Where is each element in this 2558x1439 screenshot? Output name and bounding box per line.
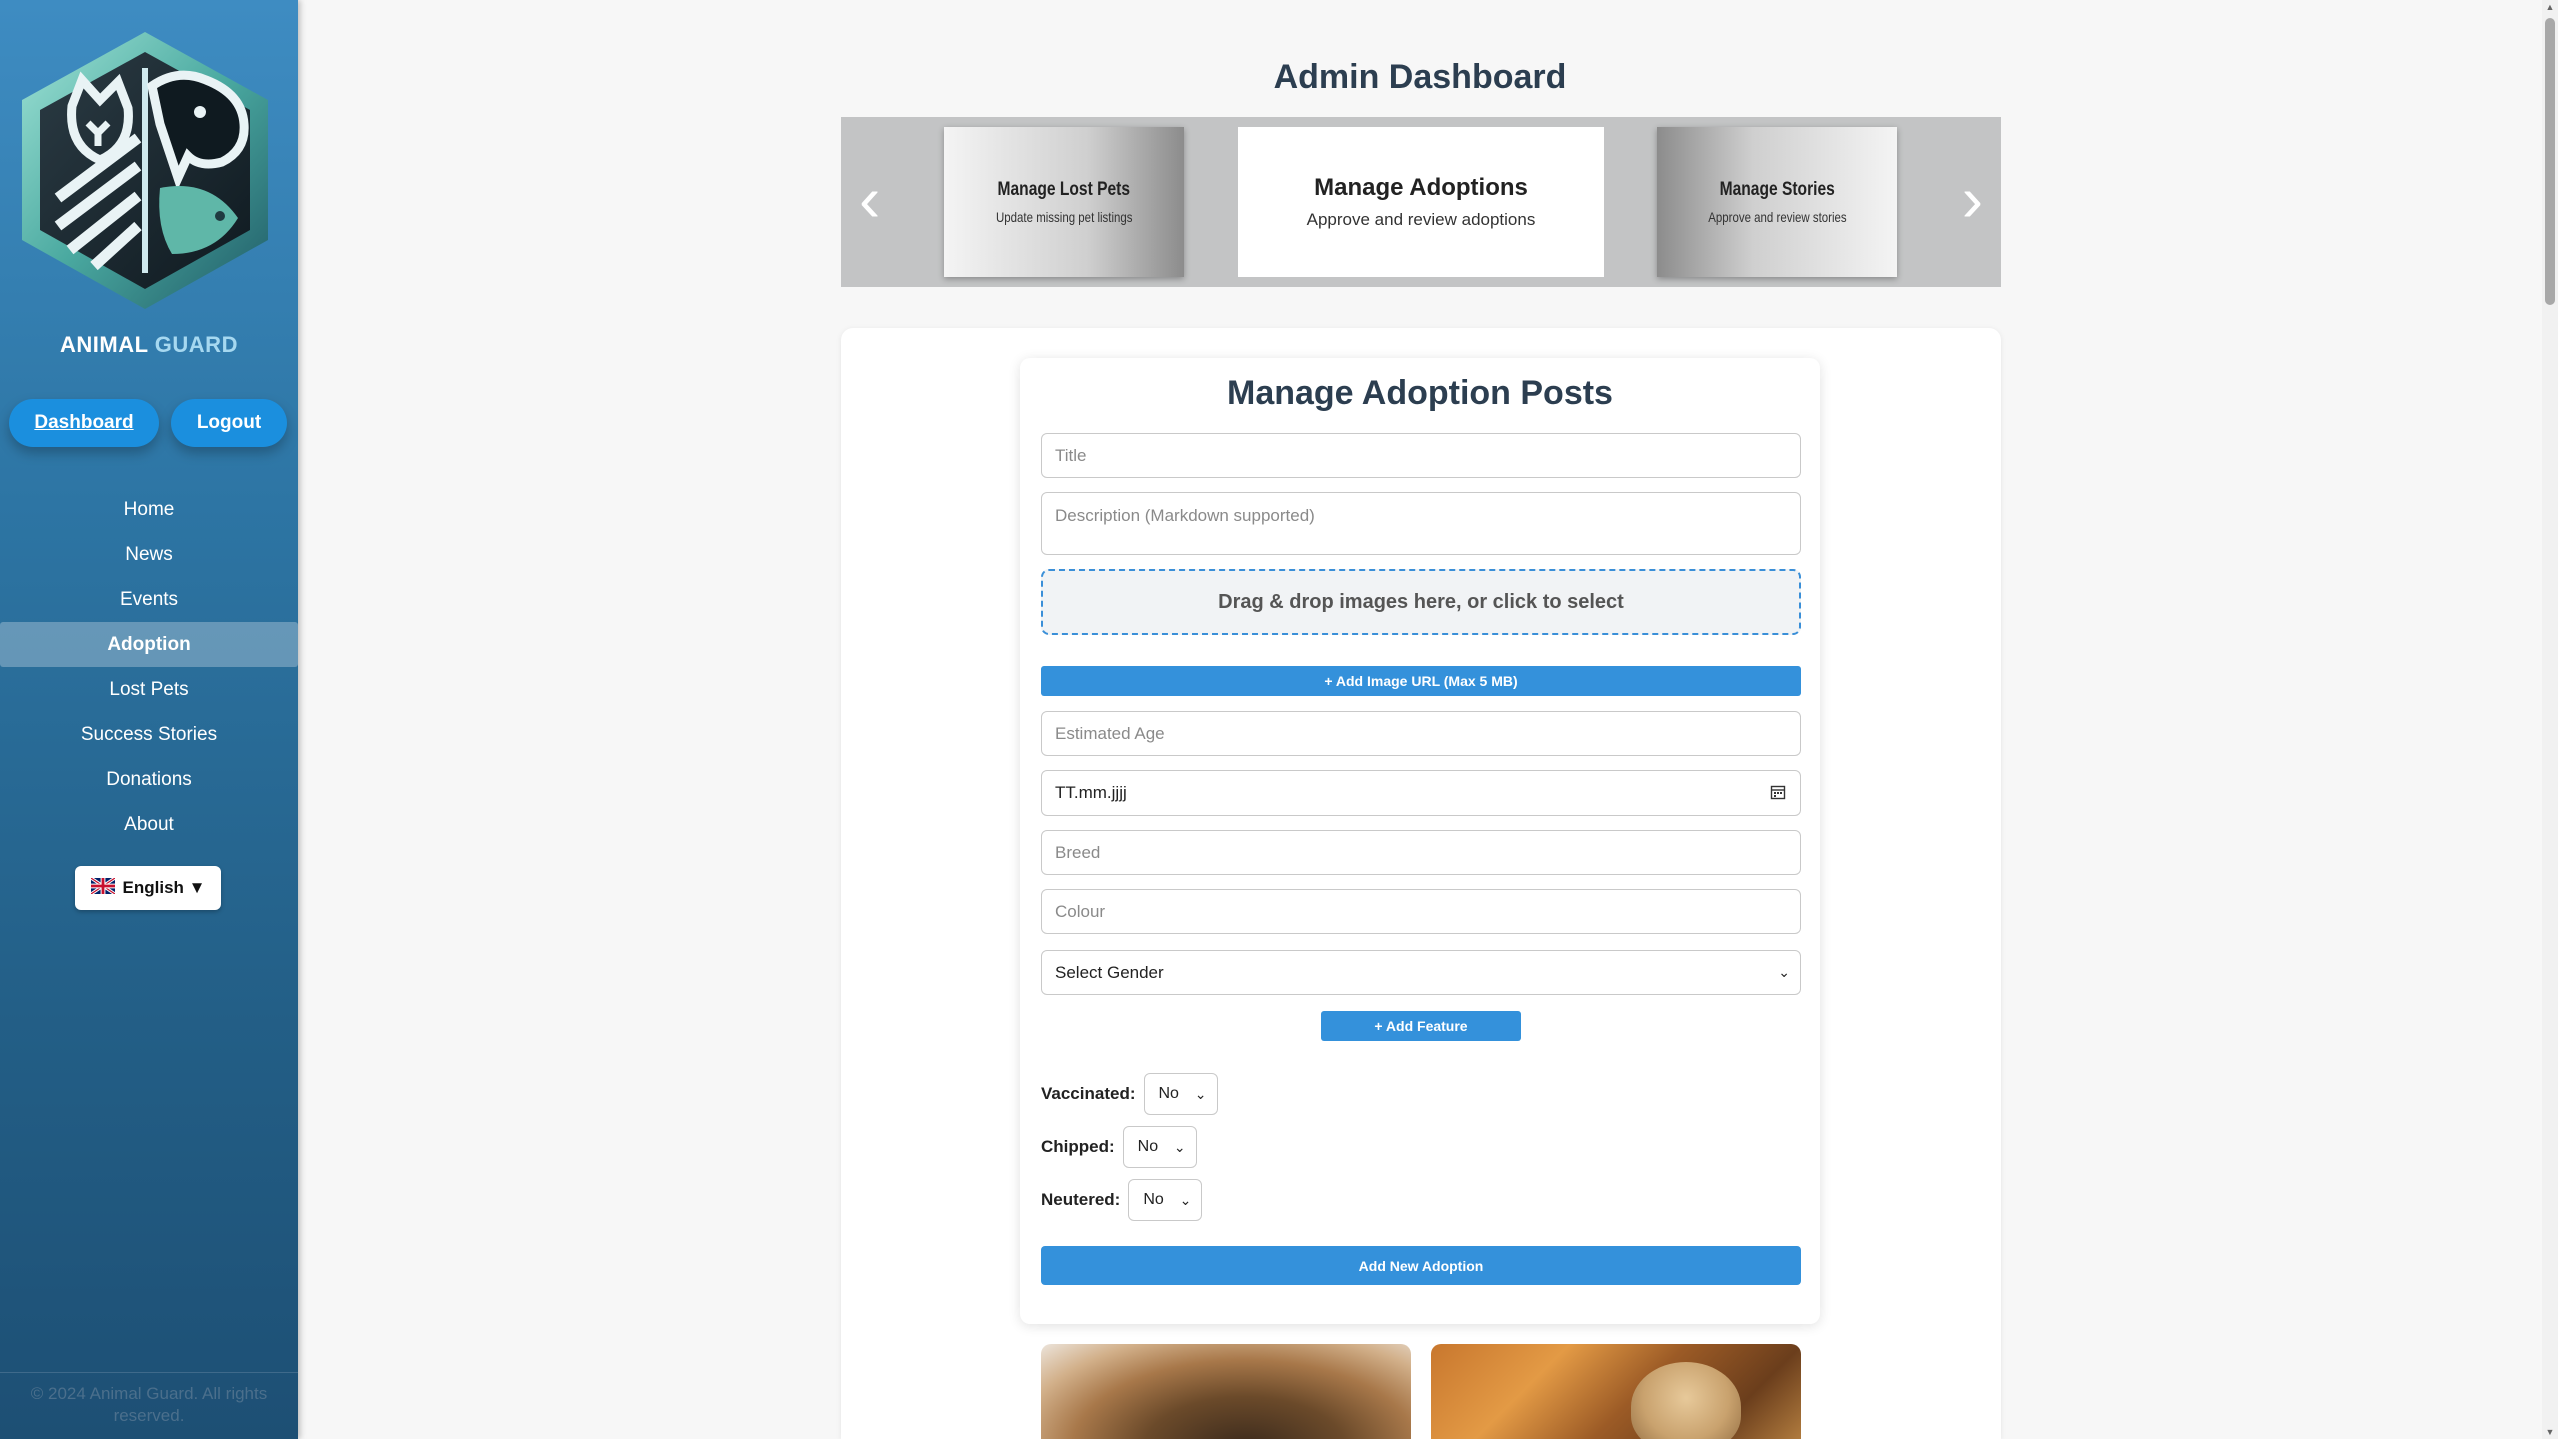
brand-part-animal: ANIMAL <box>60 332 149 357</box>
uk-flag-icon <box>89 876 116 899</box>
chipped-select[interactable]: No ⌄ <box>1122 1126 1197 1168</box>
sidebar: ANIMAL GUARD Dashboard Logout Home News … <box>0 0 298 1439</box>
logout-button[interactable]: Logout <box>171 399 287 447</box>
sidebar-item-home[interactable]: Home <box>0 487 298 532</box>
gender-select[interactable]: Select Gender ⌄ <box>1041 950 1801 995</box>
animal-guard-logo-icon <box>10 28 280 313</box>
description-textarea[interactable]: Description (Markdown supported) <box>1041 492 1801 555</box>
scroll-thumb[interactable] <box>2545 18 2555 305</box>
add-new-adoption-button[interactable]: Add New Adoption <box>1041 1246 1801 1285</box>
adoption-image-dog-2[interactable] <box>1431 1344 1801 1439</box>
chipped-label: Chipped: <box>1041 1137 1115 1156</box>
brand-part-guard: GUARD <box>154 332 238 357</box>
carousel-card-adoptions[interactable]: Manage Adoptions Approve and review adop… <box>1238 127 1604 277</box>
language-label: English ▼ <box>122 878 206 897</box>
chevron-down-icon: ⌄ <box>1778 964 1790 980</box>
chevron-down-icon: ⌄ <box>1179 1191 1192 1208</box>
chevron-down-icon: ⌄ <box>1194 1085 1207 1102</box>
neutered-row: Neutered: No ⌄ <box>1041 1179 1203 1221</box>
estimated-age-input[interactable]: Estimated Age <box>1041 711 1801 756</box>
carousel-card-subtitle: Update missing pet listings <box>995 209 1133 225</box>
page-scrollbar[interactable]: ▲ ▼ <box>2542 0 2558 1439</box>
sidebar-item-success-stories[interactable]: Success Stories <box>0 712 298 757</box>
sidebar-item-about[interactable]: About <box>0 802 298 847</box>
carousel-card-subtitle: Approve and review adoptions <box>1306 210 1536 229</box>
copyright-text: © 2024 Animal Guard. All rights reserved… <box>0 1372 298 1439</box>
page-title: Admin Dashboard <box>1273 58 1567 96</box>
chevron-down-icon: ⌄ <box>1173 1138 1186 1155</box>
carousel-card-stories[interactable]: Manage Stories Approve and review storie… <box>1657 127 1897 277</box>
colour-input[interactable]: Colour <box>1041 889 1801 934</box>
gender-select-value: Select Gender <box>1055 962 1164 982</box>
carousel-card-title: Manage Stories <box>1719 179 1835 200</box>
vaccinated-row: Vaccinated: No ⌄ <box>1041 1073 1218 1115</box>
neutered-select[interactable]: No ⌄ <box>1128 1179 1203 1221</box>
date-input[interactable]: TT.mm.jjjj <box>1041 770 1801 816</box>
chipped-row: Chipped: No ⌄ <box>1041 1126 1197 1168</box>
vaccinated-value: No <box>1158 1085 1179 1102</box>
breed-input[interactable]: Breed <box>1041 830 1801 875</box>
carousel-prev-arrow-icon[interactable]: ‹ <box>859 167 880 231</box>
brand-name: ANIMAL GUARD <box>0 332 298 358</box>
image-dropzone[interactable]: Drag & drop images here, or click to sel… <box>1041 569 1801 635</box>
carousel-card-subtitle: Approve and review stories <box>1707 209 1847 225</box>
sidebar-item-lost-pets[interactable]: Lost Pets <box>0 667 298 712</box>
sidebar-nav: Home News Events Adoption Lost Pets Succ… <box>0 487 298 847</box>
sidebar-item-events[interactable]: Events <box>0 577 298 622</box>
carousel-card-title: Manage Lost Pets <box>997 179 1131 200</box>
neutered-label: Neutered: <box>1041 1190 1121 1209</box>
carousel-card-title: Manage Adoptions <box>1314 174 1528 201</box>
scroll-down-icon[interactable]: ▼ <box>2545 1427 2555 1437</box>
date-value: TT.mm.jjjj <box>1055 783 1127 802</box>
scroll-up-icon[interactable]: ▲ <box>2545 2 2555 12</box>
neutered-value: No <box>1143 1191 1164 1208</box>
sidebar-item-news[interactable]: News <box>0 532 298 577</box>
adoption-image-dog-1[interactable] <box>1041 1344 1411 1439</box>
add-image-url-button[interactable]: + Add Image URL (Max 5 MB) <box>1041 666 1801 696</box>
language-selector[interactable]: English ▼ <box>75 866 221 910</box>
sidebar-item-adoption[interactable]: Adoption <box>0 622 298 667</box>
add-feature-button[interactable]: + Add Feature <box>1321 1011 1521 1041</box>
calendar-icon[interactable] <box>1770 784 1786 805</box>
title-input[interactable]: Title <box>1041 433 1801 478</box>
vaccinated-select[interactable]: No ⌄ <box>1143 1073 1218 1115</box>
admin-carousel: ‹ Manage Lost Pets Update missing pet li… <box>841 117 2001 287</box>
carousel-next-arrow-icon[interactable]: › <box>1962 167 1983 231</box>
chipped-value: No <box>1137 1138 1159 1155</box>
form-title: Manage Adoption Posts <box>1227 374 1613 412</box>
carousel-card-lost-pets[interactable]: Manage Lost Pets Update missing pet list… <box>944 127 1184 277</box>
sidebar-item-donations[interactable]: Donations <box>0 757 298 802</box>
dog-photo-shape <box>1631 1362 1741 1439</box>
dashboard-button[interactable]: Dashboard <box>9 399 159 447</box>
vaccinated-label: Vaccinated: <box>1041 1084 1136 1103</box>
